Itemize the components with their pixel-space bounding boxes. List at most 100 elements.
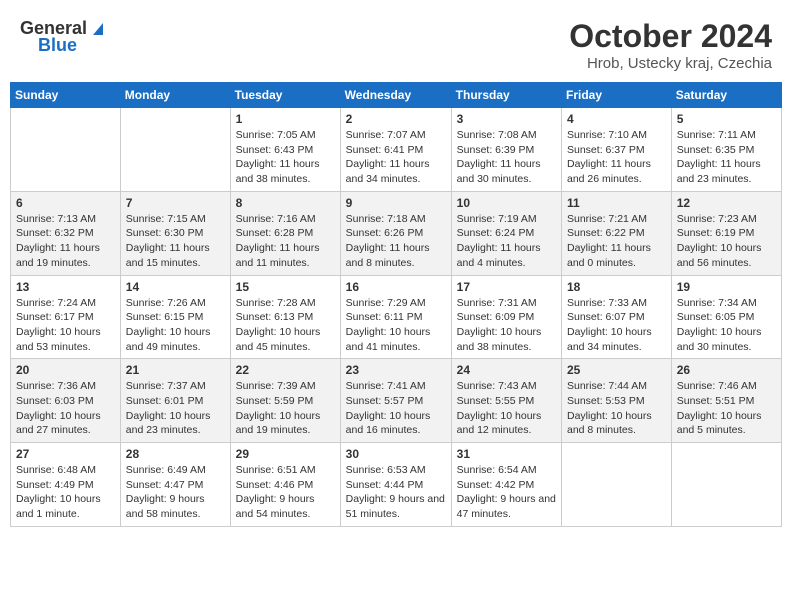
day-number: 12 — [677, 196, 776, 210]
day-info: Sunrise: 7:23 AMSunset: 6:19 PMDaylight:… — [677, 212, 776, 271]
day-number: 7 — [126, 196, 225, 210]
day-info: Sunrise: 7:39 AMSunset: 5:59 PMDaylight:… — [236, 379, 335, 438]
calendar-week-row: 1 Sunrise: 7:05 AMSunset: 6:43 PMDaylight… — [11, 108, 782, 192]
day-number: 17 — [457, 280, 556, 294]
day-number: 22 — [236, 363, 335, 377]
calendar-cell: 29Sunrise: 6:51 AMSunset: 4:46 PMDayligh… — [230, 443, 340, 527]
calendar-cell: 12 Sunrise: 7:23 AMSunset: 6:19 PMDayligh… — [671, 191, 781, 275]
calendar-cell — [120, 108, 230, 192]
calendar-cell — [671, 443, 781, 527]
day-number: 15 — [236, 280, 335, 294]
day-info: Sunrise: 7:41 AMSunset: 5:57 PMDaylight:… — [346, 379, 446, 438]
calendar-cell: 9 Sunrise: 7:18 AMSunset: 6:26 PMDaylight… — [340, 191, 451, 275]
day-info: Sunrise: 7:18 AMSunset: 6:26 PMDaylight:… — [346, 212, 446, 271]
calendar-cell: 14Sunrise: 7:26 AMSunset: 6:15 PMDayligh… — [120, 275, 230, 359]
day-info: Sunrise: 6:49 AMSunset: 4:47 PMDaylight:… — [126, 463, 225, 522]
calendar-cell: 30Sunrise: 6:53 AMSunset: 4:44 PMDayligh… — [340, 443, 451, 527]
calendar-cell: 27 Sunrise: 6:48 AMSunset: 4:49 PMDayligh… — [11, 443, 121, 527]
calendar-cell: 1 Sunrise: 7:05 AMSunset: 6:43 PMDaylight… — [230, 108, 340, 192]
weekday-header: Tuesday — [230, 83, 340, 108]
calendar-cell: 5 Sunrise: 7:11 AMSunset: 6:35 PMDaylight… — [671, 108, 781, 192]
calendar-cell: 18Sunrise: 7:33 AMSunset: 6:07 PMDayligh… — [562, 275, 672, 359]
day-number: 14 — [126, 280, 225, 294]
day-number: 18 — [567, 280, 666, 294]
calendar-cell: 13 Sunrise: 7:24 AMSunset: 6:17 PMDayligh… — [11, 275, 121, 359]
calendar-cell: 25Sunrise: 7:44 AMSunset: 5:53 PMDayligh… — [562, 359, 672, 443]
page-header: General Blue October 2024 Hrob, Ustecky … — [10, 10, 782, 76]
day-number: 3 — [457, 112, 556, 126]
day-info: Sunrise: 7:28 AMSunset: 6:13 PMDaylight:… — [236, 296, 335, 355]
day-number: 1 — [236, 112, 335, 126]
day-info: Sunrise: 7:08 AMSunset: 6:39 PMDaylight:… — [457, 128, 556, 187]
day-number: 28 — [126, 447, 225, 461]
day-info: Sunrise: 7:16 AMSunset: 6:28 PMDaylight:… — [236, 212, 335, 271]
calendar-cell: 31 Sunrise: 6:54 AMSunset: 4:42 PMDayligh… — [451, 443, 561, 527]
calendar-week-row: 20 Sunrise: 7:36 AMSunset: 6:03 PMDayligh… — [11, 359, 782, 443]
day-number: 19 — [677, 280, 776, 294]
day-info: Sunrise: 7:21 AMSunset: 6:22 PMDaylight:… — [567, 212, 666, 271]
calendar-cell: 6 Sunrise: 7:13 AMSunset: 6:32 PMDaylight… — [11, 191, 121, 275]
calendar-cell: 8 Sunrise: 7:16 AMSunset: 6:28 PMDaylight… — [230, 191, 340, 275]
calendar-cell — [562, 443, 672, 527]
day-number: 30 — [346, 447, 446, 461]
day-info: Sunrise: 7:24 AMSunset: 6:17 PMDaylight:… — [16, 296, 115, 355]
day-info: Sunrise: 7:10 AMSunset: 6:37 PMDaylight:… — [567, 128, 666, 187]
day-number: 20 — [16, 363, 115, 377]
calendar-cell — [11, 108, 121, 192]
day-number: 5 — [677, 112, 776, 126]
day-info: Sunrise: 7:43 AMSunset: 5:55 PMDaylight:… — [457, 379, 556, 438]
calendar-title: October 2024 — [569, 18, 772, 55]
weekday-header: Monday — [120, 83, 230, 108]
weekday-header: Friday — [562, 83, 672, 108]
weekday-header-row: SundayMondayTuesdayWednesdayThursdayFrid… — [11, 83, 782, 108]
logo-icon — [89, 19, 107, 37]
day-number: 23 — [346, 363, 446, 377]
weekday-header: Thursday — [451, 83, 561, 108]
logo: General Blue — [20, 18, 107, 56]
calendar-week-row: 6 Sunrise: 7:13 AMSunset: 6:32 PMDaylight… — [11, 191, 782, 275]
day-info: Sunrise: 7:34 AMSunset: 6:05 PMDaylight:… — [677, 296, 776, 355]
day-number: 13 — [16, 280, 115, 294]
day-number: 4 — [567, 112, 666, 126]
day-info: Sunrise: 6:48 AMSunset: 4:49 PMDaylight:… — [16, 463, 115, 522]
calendar-week-row: 13 Sunrise: 7:24 AMSunset: 6:17 PMDayligh… — [11, 275, 782, 359]
logo-blue-text: Blue — [38, 35, 77, 56]
day-number: 31 — [457, 447, 556, 461]
calendar-cell: 28 Sunrise: 6:49 AMSunset: 4:47 PMDayligh… — [120, 443, 230, 527]
day-info: Sunrise: 7:44 AMSunset: 5:53 PMDaylight:… — [567, 379, 666, 438]
calendar-week-row: 27 Sunrise: 6:48 AMSunset: 4:49 PMDayligh… — [11, 443, 782, 527]
calendar-cell: 23 Sunrise: 7:41 AMSunset: 5:57 PMDayligh… — [340, 359, 451, 443]
weekday-header: Saturday — [671, 83, 781, 108]
day-info: Sunrise: 7:11 AMSunset: 6:35 PMDaylight:… — [677, 128, 776, 187]
calendar-cell: 19 Sunrise: 7:34 AMSunset: 6:05 PMDayligh… — [671, 275, 781, 359]
day-number: 9 — [346, 196, 446, 210]
day-info: Sunrise: 7:13 AMSunset: 6:32 PMDaylight:… — [16, 212, 115, 271]
day-number: 27 — [16, 447, 115, 461]
calendar-cell: 22 Sunrise: 7:39 AMSunset: 5:59 PMDayligh… — [230, 359, 340, 443]
day-number: 16 — [346, 280, 446, 294]
calendar-cell: 15 Sunrise: 7:28 AMSunset: 6:13 PMDayligh… — [230, 275, 340, 359]
day-info: Sunrise: 7:07 AMSunset: 6:41 PMDaylight:… — [346, 128, 446, 187]
day-number: 29 — [236, 447, 335, 461]
weekday-header: Sunday — [11, 83, 121, 108]
calendar-cell: 16Sunrise: 7:29 AMSunset: 6:11 PMDayligh… — [340, 275, 451, 359]
day-info: Sunrise: 7:05 AMSunset: 6:43 PMDaylight:… — [236, 128, 335, 187]
day-info: Sunrise: 7:19 AMSunset: 6:24 PMDaylight:… — [457, 212, 556, 271]
calendar-location: Hrob, Ustecky kraj, Czechia — [569, 55, 772, 72]
day-number: 2 — [346, 112, 446, 126]
day-info: Sunrise: 6:54 AMSunset: 4:42 PMDaylight:… — [457, 463, 556, 522]
calendar-cell: 11Sunrise: 7:21 AMSunset: 6:22 PMDayligh… — [562, 191, 672, 275]
weekday-header: Wednesday — [340, 83, 451, 108]
day-number: 8 — [236, 196, 335, 210]
day-info: Sunrise: 7:31 AMSunset: 6:09 PMDaylight:… — [457, 296, 556, 355]
calendar-cell: 24 Sunrise: 7:43 AMSunset: 5:55 PMDayligh… — [451, 359, 561, 443]
calendar-cell: 7Sunrise: 7:15 AMSunset: 6:30 PMDaylight… — [120, 191, 230, 275]
day-number: 6 — [16, 196, 115, 210]
calendar-cell: 17 Sunrise: 7:31 AMSunset: 6:09 PMDayligh… — [451, 275, 561, 359]
calendar-cell: 4 Sunrise: 7:10 AMSunset: 6:37 PMDaylight… — [562, 108, 672, 192]
day-number: 21 — [126, 363, 225, 377]
day-info: Sunrise: 7:36 AMSunset: 6:03 PMDaylight:… — [16, 379, 115, 438]
day-number: 24 — [457, 363, 556, 377]
day-info: Sunrise: 7:37 AMSunset: 6:01 PMDaylight:… — [126, 379, 225, 438]
calendar-cell: 26Sunrise: 7:46 AMSunset: 5:51 PMDayligh… — [671, 359, 781, 443]
